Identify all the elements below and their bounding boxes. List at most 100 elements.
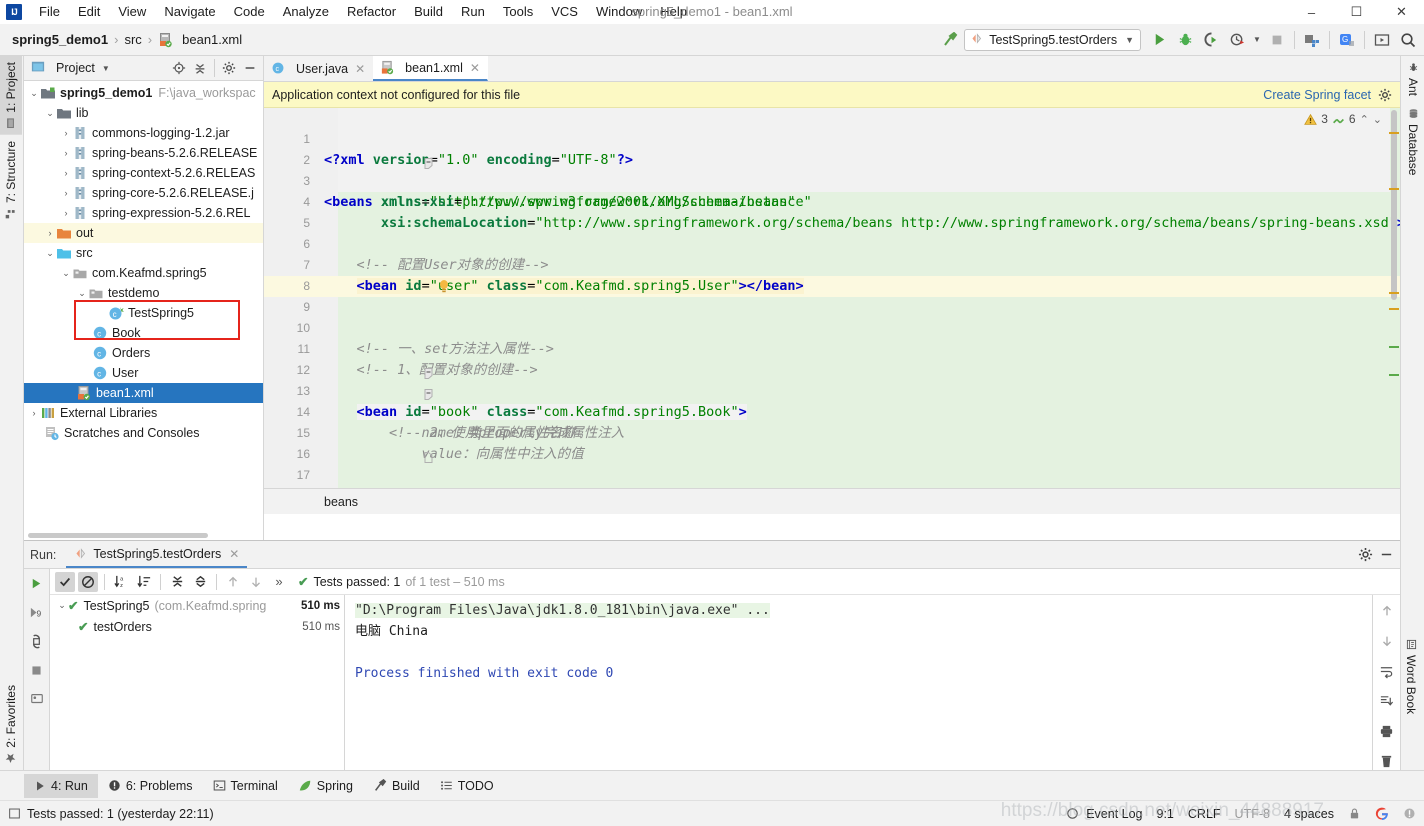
run-configuration-selector[interactable]: TestSpring5.testOrders ▼ [964,28,1141,51]
menu-build[interactable]: Build [405,1,452,23]
scroll-up-icon[interactable] [1377,601,1397,621]
chevron-right-icon[interactable]: › [60,148,72,158]
tree-item-external-libraries[interactable]: › External Libraries [24,403,263,423]
soft-wrap-icon[interactable] [1377,661,1397,681]
tree-item-class-orders[interactable]: c Orders [24,343,263,363]
lock-icon[interactable] [1348,807,1361,820]
power-save-icon[interactable] [1403,807,1416,820]
code-line-6[interactable]: 6 <!-- 配置User对象的创建--> [264,213,1400,273]
project-tree[interactable]: ⌄ spring5_demo1 F:\java_workspac ⌄ lib › [24,81,263,540]
scroll-down-icon[interactable] [1377,631,1397,651]
close-icon[interactable]: ✕ [470,61,480,75]
menu-run[interactable]: Run [452,1,494,23]
test-tree-row-testorders[interactable]: ✔ testOrders 510 ms [50,616,344,637]
settings-gear-icon[interactable] [219,58,239,78]
breadcrumb-item-src[interactable]: src [120,30,145,49]
error-stripe-marker[interactable] [1389,308,1399,310]
code-lines[interactable]: 1 <?xml version="1.0" encoding="UTF-8"?>… [264,108,1400,514]
collapse-all-icon[interactable] [190,58,210,78]
code-line-18[interactable]: 18 <property name="bauthor" value="作者"><… [264,465,1400,514]
print-icon[interactable] [1377,721,1397,741]
tree-item-spring-core-jar[interactable]: › spring-core-5.2.6.RELEASE.j [24,183,263,203]
more-actions-icon[interactable]: » [269,572,289,592]
profiler-icon[interactable] [1225,28,1249,52]
sidebar-tab-word-book[interactable]: Word Book [1400,633,1422,720]
tree-item-commons-logging-jar[interactable]: › commons-logging-1.2.jar [24,123,263,143]
menu-analyze[interactable]: Analyze [274,1,338,23]
tree-item-package-com-keafmd-spring5[interactable]: ⌄ com.Keafmd.spring5 [24,263,263,283]
tree-item-package-testdemo[interactable]: ⌄ testdemo [24,283,263,303]
locate-target-icon[interactable] [169,58,189,78]
close-icon[interactable]: ✕ [229,547,239,561]
code-line-16[interactable]: 16 --> [264,423,1400,504]
bottom-tab-terminal[interactable]: Terminal [203,774,288,798]
file-encoding[interactable]: UTF-8 [1235,807,1270,821]
build-hammer-icon[interactable] [938,28,962,52]
code-line-7[interactable]: 7 <bean id="user" class="com.Keafmd.spri… [264,234,1400,294]
editor-tab-user-java[interactable]: c User.java ✕ [264,56,373,81]
tree-item-spring5-demo1[interactable]: ⌄ spring5_demo1 F:\java_workspac [24,83,263,103]
create-spring-facet-link[interactable]: Create Spring facet [1263,88,1371,102]
project-panel-title[interactable]: Project ▼ [27,60,110,76]
show-ignored-tests-icon[interactable] [78,571,98,592]
debug-icon[interactable] [1173,28,1197,52]
code-line-12[interactable]: 12 <bean id="book" class="com.Keafmd.spr… [264,339,1400,420]
menu-refactor[interactable]: Refactor [338,1,405,23]
sidebar-tab-database[interactable]: Database [1402,102,1424,181]
bottom-tab-build[interactable]: Build [363,774,430,798]
hide-icon[interactable] [1379,547,1394,562]
menu-vcs[interactable]: VCS [542,1,587,23]
hide-icon[interactable] [240,58,260,78]
inspection-widget[interactable]: 3 6 ⌃ ⌄ [1304,112,1382,126]
chevron-down-icon[interactable]: ⌄ [44,108,56,119]
code-line-5[interactable]: 5 [264,192,1400,230]
tree-item-class-user[interactable]: c User [24,363,263,383]
chevron-right-icon[interactable]: › [60,128,72,138]
chevron-right-icon[interactable]: › [60,208,72,218]
code-line-10[interactable]: 10 <!-- 一、set方法注入属性--> [264,297,1400,357]
bottom-tab-run[interactable]: 4: Run [24,773,98,798]
close-icon[interactable]: ✕ [355,62,365,76]
next-highlight-icon[interactable]: ⌄ [1373,113,1382,126]
code-line-14[interactable]: 14 name：类里面的属性名称 [264,381,1400,441]
search-everywhere-icon[interactable] [1396,28,1420,52]
stop-icon[interactable] [27,660,47,680]
scroll-to-end-icon[interactable] [1377,691,1397,711]
event-log-button[interactable]: Event Log [1066,807,1143,821]
menu-edit[interactable]: Edit [69,1,109,23]
prev-failed-test-icon[interactable] [223,572,243,592]
tree-item-out[interactable]: › out [24,223,263,243]
caret-position[interactable]: 9:1 [1157,807,1174,821]
code-line-4[interactable]: 4 xsi:schemaLocation="http://www.springf… [264,171,1400,231]
chevron-right-icon[interactable]: › [28,408,40,418]
bottom-tab-todo[interactable]: TODO [430,774,504,798]
indent-setting[interactable]: 4 spaces [1284,807,1334,821]
tree-item-scratches-and-consoles[interactable]: Scratches and Consoles [24,423,263,443]
tree-item-lib[interactable]: ⌄ lib [24,103,263,123]
dump-threads-icon[interactable] [27,631,47,651]
code-line-13[interactable]: 13 <!-- 2、使用property完成属性注入 [264,360,1400,441]
project-panel-horizontal-scrollbar[interactable] [24,531,263,540]
error-stripe-marker[interactable] [1389,132,1399,134]
test-tree-row-testspring5[interactable]: ⌄ ✔ TestSpring5 (com.Keafmd.spring 510 m… [50,595,344,616]
run-with-coverage-icon[interactable] [1199,28,1223,52]
error-stripe-marker[interactable] [1389,188,1399,190]
next-failed-test-icon[interactable] [246,572,266,592]
sidebar-tab-structure[interactable]: 7: Structure [0,135,22,225]
chevron-down-icon[interactable]: ⌄ [28,88,40,99]
clear-all-icon[interactable] [1377,751,1397,771]
code-line-8[interactable]: 8 [264,255,1400,293]
menu-file[interactable]: File [30,1,69,23]
breadcrumb-item-file[interactable]: bean1.xml [154,30,246,50]
breadcrumb-item-project[interactable]: spring5_demo1 [8,30,112,49]
menu-view[interactable]: View [109,1,155,23]
weak-warning-stripe-marker[interactable] [1389,346,1399,348]
run-tab-testspring5-testorders[interactable]: TestSpring5.testOrders ✕ [66,541,248,568]
menu-code[interactable]: Code [225,1,274,23]
prev-highlight-icon[interactable]: ⌃ [1360,113,1369,126]
profiler-dropdown-icon[interactable]: ▼ [1251,28,1263,52]
menu-navigate[interactable]: Navigate [155,1,224,23]
tree-item-spring-beans-jar[interactable]: › spring-beans-5.2.6.RELEASE [24,143,263,163]
editor-breadcrumb-bar[interactable]: beans [264,488,1400,514]
minimize-button[interactable]: – [1289,0,1334,24]
